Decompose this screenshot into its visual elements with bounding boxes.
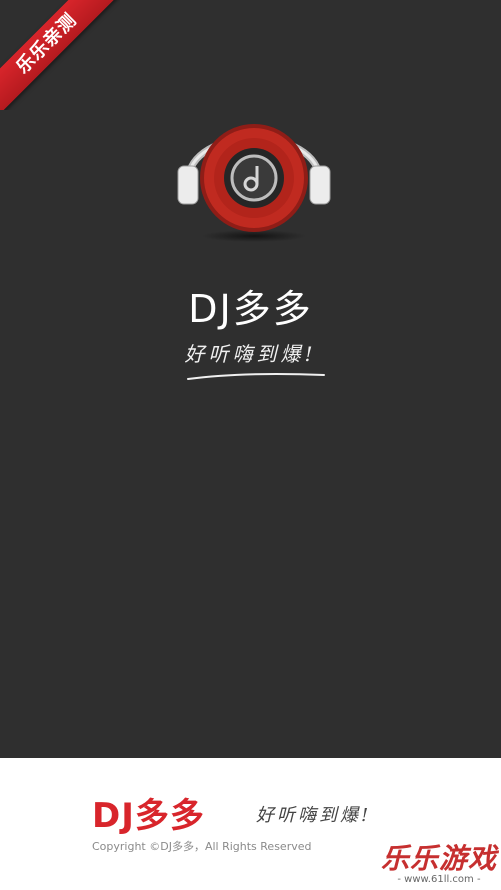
slogan-underline <box>187 373 325 380</box>
watermark: 乐乐游戏 - www.61ll.com - <box>381 844 497 886</box>
watermark-url: - www.61ll.com - <box>397 874 481 885</box>
corner-ribbon: 乐乐亲测 <box>0 0 120 110</box>
footer-slogan: 好听嗨到爆! <box>256 805 372 826</box>
splash-screen: 乐乐亲测 DJ多多 好听嗨到爆! <box>0 0 501 758</box>
headphones-vinyl-icon <box>177 124 331 242</box>
copyright-text: Copyright ©DJ多多，All Rights Reserved <box>92 840 312 853</box>
footer: DJ多多 好听嗨到爆! Copyright ©DJ多多，All Rights R… <box>0 758 501 890</box>
ribbon-label: 乐乐亲测 <box>0 0 119 110</box>
app-title: DJ多多 <box>188 287 313 331</box>
app-slogan: 好听嗨到爆! <box>184 342 317 366</box>
watermark-title: 乐乐游戏 <box>381 842 498 875</box>
footer-brand: DJ多多 <box>92 796 205 836</box>
